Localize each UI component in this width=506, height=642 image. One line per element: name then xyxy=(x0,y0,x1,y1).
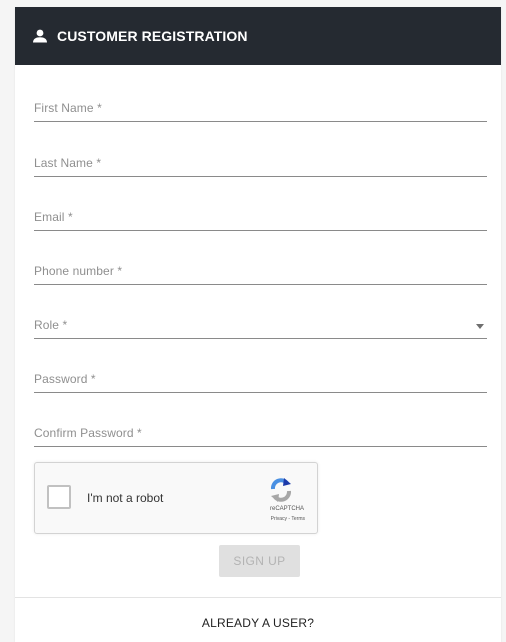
card-header: CUSTOMER REGISTRATION xyxy=(15,7,501,65)
sign-up-button[interactable]: SIGN UP xyxy=(219,545,300,577)
confirm-password-label: Confirm Password * xyxy=(34,426,142,440)
chevron-down-icon[interactable] xyxy=(476,324,484,329)
recaptcha-privacy-terms-link[interactable]: Privacy - Terms xyxy=(35,516,317,522)
phone-number-field[interactable]: Phone number * xyxy=(34,260,487,285)
phone-number-label: Phone number * xyxy=(34,264,123,278)
last-name-label: Last Name * xyxy=(34,156,102,170)
password-label: Password * xyxy=(34,372,96,386)
recaptcha-logo-icon xyxy=(264,475,298,505)
first-name-label: First Name * xyxy=(34,101,102,115)
recaptcha-widget: I'm not a robot reCAPTCHA Privacy - Term… xyxy=(34,462,318,534)
confirm-password-field[interactable]: Confirm Password * xyxy=(34,422,487,447)
role-select[interactable]: Role * xyxy=(34,314,487,339)
recaptcha-label: I'm not a robot xyxy=(87,491,164,505)
role-label: Role * xyxy=(34,318,68,332)
recaptcha-brand: reCAPTCHA xyxy=(269,506,304,512)
person-icon xyxy=(32,29,48,43)
card-footer: ALREADY A USER? xyxy=(15,597,501,642)
email-field[interactable]: Email * xyxy=(34,206,487,231)
last-name-field[interactable]: Last Name * xyxy=(34,152,487,177)
page-title: CUSTOMER REGISTRATION xyxy=(57,28,248,44)
email-label: Email * xyxy=(34,210,73,224)
first-name-field[interactable]: First Name * xyxy=(34,97,487,122)
registration-card: CUSTOMER REGISTRATION First Name * Last … xyxy=(15,7,501,642)
already-a-user-link[interactable]: ALREADY A USER? xyxy=(15,616,501,630)
password-field[interactable]: Password * xyxy=(34,368,487,393)
